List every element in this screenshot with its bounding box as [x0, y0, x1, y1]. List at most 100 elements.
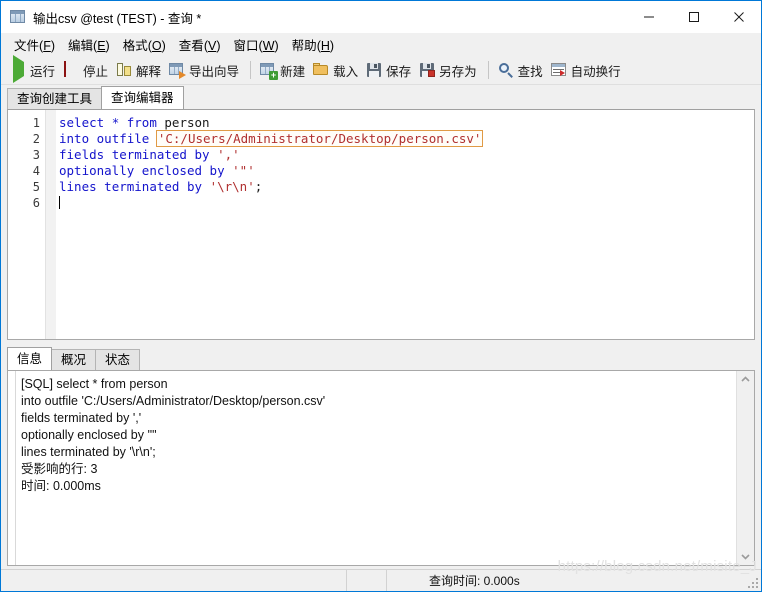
- menu-edit[interactable]: 编辑(E): [62, 33, 117, 56]
- find-button[interactable]: 查找: [495, 58, 548, 82]
- scroll-down-button[interactable]: [737, 548, 754, 565]
- log-line: [SQL] select * from person: [21, 377, 168, 391]
- explain-button-label: 解释: [136, 64, 162, 79]
- new-query-button[interactable]: + 新建: [257, 58, 310, 82]
- menu-view-label: 查看: [178, 39, 204, 53]
- new-query-icon: +: [260, 62, 279, 80]
- query-editor-window: 输出csv @test (TEST) - 查询 * 文件(F) 编辑(E) 格式…: [0, 0, 762, 592]
- load-button[interactable]: 载入: [310, 58, 363, 82]
- minimize-button[interactable]: [626, 1, 671, 33]
- menu-help-accel: H: [320, 39, 330, 53]
- tab-status[interactable]: 状态: [95, 349, 141, 370]
- tab-profile[interactable]: 概况: [51, 349, 97, 370]
- log-line: lines terminated by '\r\n';: [21, 445, 156, 459]
- highlighted-string-token: 'C:/Users/Administrator/Desktop/person.c…: [155, 130, 484, 147]
- find-button-label: 查找: [517, 64, 543, 79]
- code-token: person: [164, 115, 210, 130]
- status-cell-1: [1, 570, 347, 591]
- code-line: select * from person: [59, 115, 754, 131]
- line-number-gutter: 1 2 3 4 5 6: [8, 110, 46, 339]
- menu-view[interactable]: 查看(V): [173, 33, 228, 56]
- status-cell-2: [347, 570, 387, 591]
- maximize-icon: [688, 12, 699, 22]
- line-number: 3: [32, 148, 40, 162]
- menu-help[interactable]: 帮助(H): [286, 33, 341, 56]
- code-token: by: [186, 179, 203, 194]
- save-button-label: 保存: [386, 64, 412, 79]
- code-line: lines terminated by '\r\n';: [59, 179, 754, 195]
- export-wizard-button[interactable]: 导出向导: [166, 58, 244, 82]
- word-wrap-button[interactable]: 自动换行: [548, 58, 626, 82]
- editor-tab-strip: 查询创建工具 查询编辑器: [1, 85, 761, 109]
- code-token: optionally: [59, 163, 135, 178]
- status-bar: https://blog.csdn.net/misite_J 查询时间: 0.0…: [1, 558, 761, 591]
- code-token: outfile: [96, 131, 150, 146]
- line-number: 1: [32, 116, 40, 130]
- code-area[interactable]: select * from person into outfile 'C:/Use…: [46, 110, 754, 339]
- code-token: ;: [254, 179, 263, 194]
- code-token: into: [59, 131, 90, 146]
- log-scrollbar[interactable]: [736, 371, 754, 565]
- code-line: [59, 195, 754, 211]
- results-tab-strip: 信息 概况 状态: [7, 346, 755, 370]
- tab-query-builder[interactable]: 查询创建工具: [7, 88, 103, 109]
- log-output[interactable]: [SQL] select * from person into outfile '…: [7, 370, 755, 566]
- chevron-down-icon: [741, 554, 750, 560]
- code-token: from: [126, 115, 157, 130]
- tab-info[interactable]: 信息: [7, 347, 53, 370]
- line-number: 5: [32, 180, 40, 194]
- close-button[interactable]: [716, 1, 761, 33]
- save-button[interactable]: 保存: [363, 58, 416, 82]
- code-token: lines: [59, 179, 97, 194]
- line-number: 6: [32, 196, 40, 210]
- find-icon: [498, 62, 514, 78]
- save-as-button[interactable]: 另存为: [416, 58, 482, 82]
- run-button[interactable]: 运行: [7, 55, 60, 83]
- explain-button[interactable]: 解释: [113, 58, 166, 82]
- tab-query-editor[interactable]: 查询编辑器: [101, 86, 184, 109]
- export-wizard-button-label: 导出向导: [189, 64, 240, 79]
- scroll-up-button[interactable]: [737, 371, 754, 388]
- save-as-icon: [419, 62, 436, 78]
- save-icon: [366, 62, 382, 78]
- sql-editor[interactable]: 1 2 3 4 5 6 select * from person into out…: [7, 109, 755, 340]
- menu-file[interactable]: 文件(F): [8, 33, 62, 56]
- log-line: optionally enclosed by '"': [21, 428, 157, 442]
- stop-button-label: 停止: [83, 64, 109, 79]
- code-token: terminated: [104, 179, 180, 194]
- menu-view-accel: V: [207, 39, 217, 53]
- log-line: into outfile 'C:/Users/Administrator/Des…: [21, 394, 326, 408]
- code-token: by: [209, 163, 225, 178]
- toolbar: 运行 停止 解释 导出向导 + 新建 载入 保存 另存为 查找 自动换行: [1, 55, 761, 85]
- table-grid-icon: [10, 9, 26, 25]
- menu-file-accel: F: [43, 39, 51, 53]
- resize-grip[interactable]: [748, 578, 759, 589]
- load-folder-icon: [313, 62, 329, 78]
- title-bar-left: 输出csv @test (TEST) - 查询 *: [1, 8, 626, 27]
- stop-button[interactable]: 停止: [60, 58, 113, 82]
- maximize-button[interactable]: [671, 1, 716, 33]
- window-controls: [626, 1, 761, 33]
- code-token: by: [194, 147, 210, 162]
- chevron-up-icon: [741, 376, 750, 382]
- code-line: fields terminated by ',': [59, 147, 754, 163]
- load-button-label: 载入: [333, 64, 359, 79]
- menu-window[interactable]: 窗口(W): [228, 33, 286, 56]
- toolbar-separator-1: [250, 61, 252, 79]
- export-wizard-icon: [169, 62, 187, 79]
- close-icon: [733, 12, 744, 22]
- toolbar-separator-2: [487, 61, 489, 79]
- menu-format-accel: O: [151, 39, 162, 53]
- minimize-icon: [643, 16, 654, 18]
- menu-format[interactable]: 格式(O): [117, 33, 173, 56]
- new-query-button-label: 新建: [280, 64, 306, 79]
- code-token: select: [59, 115, 105, 130]
